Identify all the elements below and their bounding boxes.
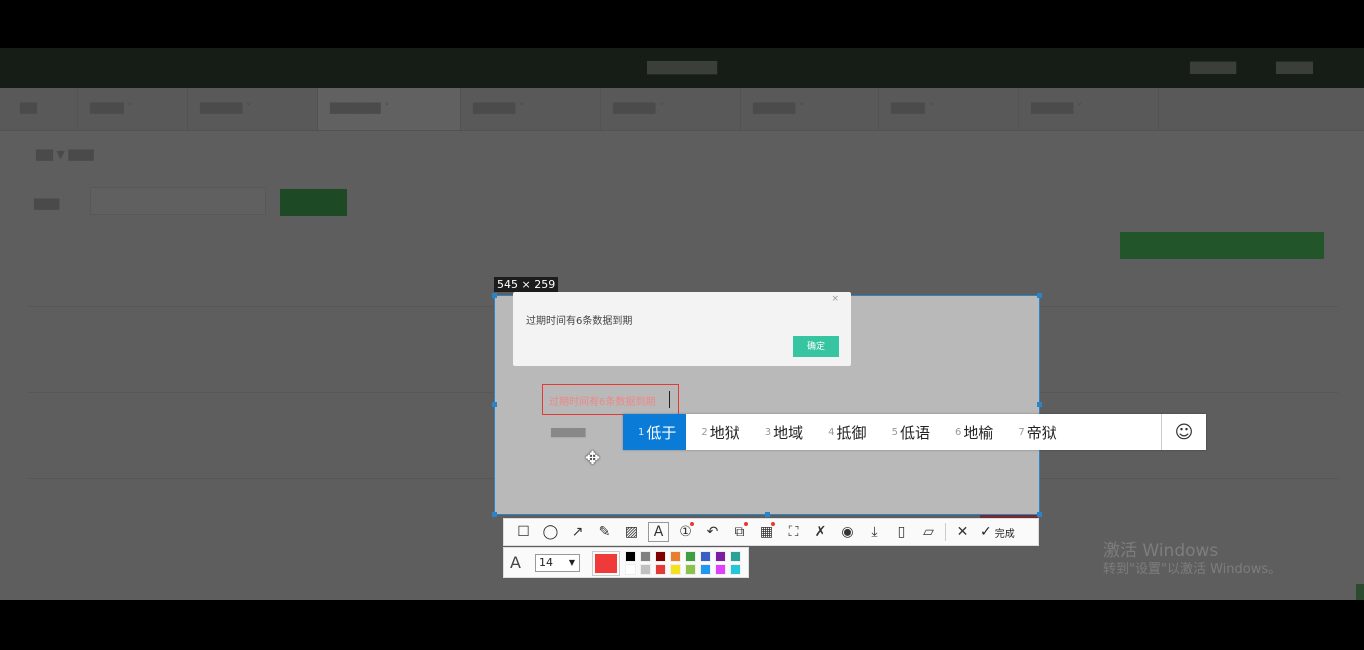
color-swatch[interactable] <box>625 551 636 562</box>
color-swatch[interactable] <box>640 564 651 575</box>
text-caret <box>669 391 670 408</box>
done-button[interactable]: ✓ 完成 <box>976 524 1019 540</box>
ime-candidate[interactable]: 7 帝狱 <box>1003 414 1066 450</box>
pin-tool-icon[interactable]: ✗ <box>807 519 834 545</box>
color-swatch[interactable] <box>685 551 696 562</box>
text-style-bar: A 14 ▼ <box>503 547 749 578</box>
font-icon: A <box>510 553 521 572</box>
move-cursor-icon: ✥ <box>585 448 601 469</box>
tab-blurred: ▇▇▇▇▇ ˅ <box>741 88 879 130</box>
dialog-message: 过期时间有6条数据到期 <box>526 316 633 327</box>
filter-label-blurred: ▇▇▇ <box>34 197 60 210</box>
resize-handle[interactable] <box>492 293 497 298</box>
color-swatch[interactable] <box>625 564 636 575</box>
ime-candidate[interactable]: 3 地域 <box>750 414 813 450</box>
tab-blurred: ▇▇▇▇ ˅ <box>78 88 188 130</box>
record-tool-icon[interactable]: ◉ <box>834 519 861 545</box>
tab-blurred: ▇▇▇▇▇ ˅ <box>601 88 741 130</box>
activate-windows-subtitle: 转到"设置"以激活 Windows。 <box>1103 562 1282 577</box>
emoji-icon[interactable]: ☺ <box>1161 414 1206 450</box>
color-swatch[interactable] <box>700 564 711 575</box>
color-swatch[interactable] <box>655 564 666 575</box>
color-swatch[interactable] <box>685 564 696 575</box>
resize-handle[interactable] <box>1037 402 1042 407</box>
resize-handle[interactable] <box>1037 512 1042 517</box>
color-swatch[interactable] <box>715 564 726 575</box>
ime-candidate-bar: 1 低于 2 地狱 3 地域 4 抵御 5 低语 6 地榆 7 帝狱 ☺ <box>623 414 1206 450</box>
pen-tool-icon[interactable]: ✎ <box>591 519 618 545</box>
undo-tool-icon[interactable]: ↶ <box>699 519 726 545</box>
done-label: 完成 <box>994 528 1015 540</box>
color-swatch[interactable] <box>640 551 651 562</box>
bookmark-tool-icon[interactable]: ▱ <box>915 519 942 545</box>
color-swatch[interactable] <box>700 551 711 562</box>
filter-input-blurred <box>90 187 266 215</box>
ime-candidate[interactable]: 6 地榆 <box>940 414 1003 450</box>
translate-tool-icon[interactable]: ▦ <box>753 519 780 545</box>
resize-handle[interactable] <box>492 512 497 517</box>
color-swatch[interactable] <box>730 551 741 562</box>
search-button-blurred <box>280 189 347 216</box>
action-buttons-blurred <box>1120 232 1324 259</box>
selection-size-label: 545 × 259 <box>494 277 559 292</box>
chevron-down-icon: ▼ <box>568 558 575 567</box>
tab-blurred: ▇▇▇▇ ˅ <box>879 88 1019 130</box>
resize-handle[interactable] <box>1037 293 1042 298</box>
header-logout-blurred: ▇▇▇▇ <box>1276 60 1313 74</box>
tab-blurred: ▇▇▇▇▇ ˅ <box>1019 88 1159 130</box>
download-tool-icon[interactable]: ⤓ <box>861 519 888 545</box>
save-tool-icon[interactable]: ▯ <box>888 519 915 545</box>
tab-blurred: ▇▇▇▇▇▇ ˅ <box>318 88 461 130</box>
color-palette <box>625 551 745 576</box>
font-size-select[interactable]: 14 ▼ <box>535 554 580 572</box>
screenshot-toolbar: ☐ ◯ ↗ ✎ ▨ A ① ↶ ⧉ ▦ ⛶ ✗ ◉ ⤓ ▯ ▱ ✕ ✓ 完成 <box>503 518 1039 546</box>
tab-blurred: ▇▇ <box>8 88 78 130</box>
app-header: ▇▇▇▇▇▇▇ ▇▇▇▇▇ ▇▇▇▇ <box>0 48 1364 88</box>
ime-candidate[interactable]: 2 地狱 <box>686 414 749 450</box>
ellipse-tool-icon[interactable]: ◯ <box>537 519 564 545</box>
color-swatch[interactable] <box>715 551 726 562</box>
header-user-blurred: ▇▇▇▇▇ <box>1190 60 1237 74</box>
ocr-tool-icon[interactable]: ⧉ <box>726 519 753 545</box>
ime-candidate[interactable]: 4 抵御 <box>813 414 876 450</box>
text-annotation-box[interactable]: 过期时间有6条数据到期 <box>542 384 679 415</box>
color-swatch[interactable] <box>670 551 681 562</box>
cancel-icon[interactable]: ✕ <box>949 519 976 545</box>
annotation-text: 过期时间有6条数据到期 <box>549 397 656 408</box>
ime-candidate[interactable]: 5 低语 <box>877 414 940 450</box>
resize-handle[interactable] <box>765 512 770 517</box>
color-swatch[interactable] <box>655 551 666 562</box>
alert-dialog: × 过期时间有6条数据到期 确定 <box>513 292 851 366</box>
mosaic-tool-icon[interactable]: ▨ <box>618 519 645 545</box>
font-size-value: 14 <box>539 556 553 569</box>
text-tool-icon[interactable]: A <box>645 519 672 545</box>
current-color-swatch[interactable] <box>592 551 620 576</box>
tab-bar: ▇▇ ▇▇▇▇ ˅ ▇▇▇▇▇ ˅ ▇▇▇▇▇▇ ˅ ▇▇▇▇▇ ˅ ▇▇▇▇▇… <box>0 88 1364 131</box>
number-tool-icon[interactable]: ① <box>672 519 699 545</box>
tab-blurred: ▇▇▇▇▇ ˅ <box>188 88 318 130</box>
confirm-button[interactable]: 确定 <box>793 336 839 357</box>
rectangle-tool-icon[interactable]: ☐ <box>510 519 537 545</box>
app-title-blurred: ▇▇▇▇▇▇▇ <box>647 60 717 75</box>
scrollbar-stub <box>1356 584 1364 600</box>
current-color-fill <box>595 554 617 573</box>
arrow-tool-icon[interactable]: ↗ <box>564 519 591 545</box>
close-icon[interactable]: × <box>831 294 839 304</box>
ime-candidate[interactable]: 1 低于 <box>623 414 687 450</box>
breadcrumb-blurred: ▇▇ ▼ ▇▇▇ <box>36 148 94 161</box>
tab-blurred: ▇▇▇▇▇ ˅ <box>461 88 601 130</box>
resize-handle[interactable] <box>492 402 497 407</box>
color-swatch[interactable] <box>730 564 741 575</box>
color-swatch[interactable] <box>670 564 681 575</box>
toolbar-divider <box>945 523 946 541</box>
long-screenshot-tool-icon[interactable]: ⛶ <box>780 519 807 545</box>
table-cell-blurred: ▇▇▇▇▇ <box>551 428 586 438</box>
checkmark-icon: ✓ <box>980 524 992 540</box>
